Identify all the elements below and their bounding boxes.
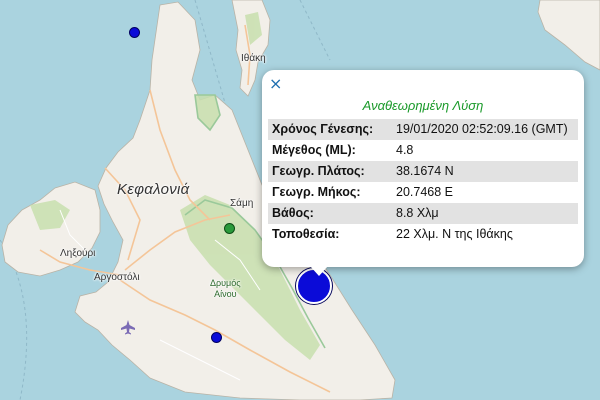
- row-label-location: Τοποθεσία:: [268, 224, 392, 245]
- earthquake-info-popup: × Αναθεωρημένη Λύση Χρόνος Γένεσης: 19/0…: [262, 70, 584, 267]
- place-label-sami: Σάμη: [230, 198, 254, 209]
- earthquake-marker-small[interactable]: [129, 27, 140, 38]
- table-row: Μέγεθος (ML): 4.8: [268, 140, 578, 161]
- row-label-origin-time: Χρόνος Γένεσης:: [268, 119, 392, 140]
- popup-tip: [310, 266, 328, 276]
- row-label-magnitude: Μέγεθος (ML):: [268, 140, 392, 161]
- close-icon[interactable]: ×: [269, 75, 282, 93]
- place-label-lixouri: Ληξούρι: [60, 248, 96, 259]
- table-row: Χρόνος Γένεσης: 19/01/2020 02:52:09.16 (…: [268, 119, 578, 140]
- earthquake-marker-green[interactable]: [224, 223, 235, 234]
- place-label-ithaki: Ιθάκη: [241, 53, 266, 64]
- row-value-origin-time: 19/01/2020 02:52:09.16 (GMT): [392, 119, 578, 140]
- table-row: Γεωγρ. Πλάτος: 38.1674 N: [268, 161, 578, 182]
- table-row: Γεωγρ. Μήκος: 20.7468 E: [268, 182, 578, 203]
- popup-title: Αναθεωρημένη Λύση: [362, 98, 484, 113]
- earthquake-details-table: Χρόνος Γένεσης: 19/01/2020 02:52:09.16 (…: [268, 119, 578, 245]
- row-value-depth: 8.8 Χλμ: [392, 203, 578, 224]
- place-label-ainou: Αίνου: [214, 289, 237, 299]
- place-label-kefalonia: Κεφαλονιά: [117, 181, 190, 198]
- table-row: Τοποθεσία: 22 Χλμ. N της Ιθάκης: [268, 224, 578, 245]
- place-label-drymos: Δρυμός: [210, 278, 241, 288]
- row-label-longitude: Γεωγρ. Μήκος:: [268, 182, 392, 203]
- table-row: Βάθος: 8.8 Χλμ: [268, 203, 578, 224]
- earthquake-marker-small[interactable]: [211, 332, 222, 343]
- row-value-magnitude: 4.8: [392, 140, 578, 161]
- row-label-latitude: Γεωγρ. Πλάτος:: [268, 161, 392, 182]
- place-label-argostoli: Αργοστόλι: [94, 272, 140, 283]
- row-value-latitude: 38.1674 N: [392, 161, 578, 182]
- row-value-location: 22 Χλμ. N της Ιθάκης: [392, 224, 578, 245]
- row-label-depth: Βάθος:: [268, 203, 392, 224]
- place-label-drymos-ainou: Δρυμός Αίνου: [210, 278, 241, 300]
- row-value-longitude: 20.7468 E: [392, 182, 578, 203]
